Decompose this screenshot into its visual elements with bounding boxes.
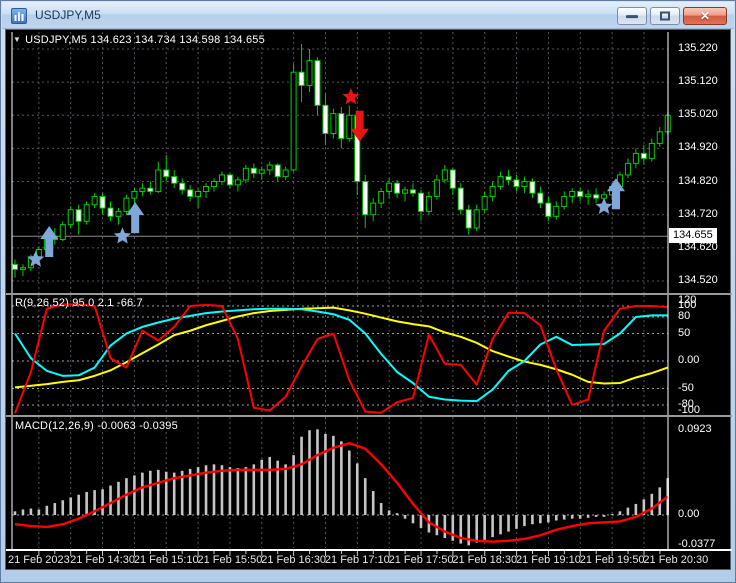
r-tick-label: -100	[678, 404, 701, 416]
time-tick-label: 21 Feb 20:30	[643, 554, 709, 566]
r-tick-label: 0.00	[678, 354, 700, 366]
buy-signal-star-icon	[113, 227, 132, 244]
price-tick-label: 134.720	[678, 207, 718, 220]
price-tick-label: 134.920	[678, 141, 718, 154]
r-tick-label: 80	[678, 310, 691, 322]
time-tick-label: 21 Feb 15:10	[133, 554, 199, 566]
current-price-label: 134.655	[669, 228, 717, 244]
price-tick-label: 134.820	[678, 174, 718, 187]
chart-window-icon	[11, 8, 27, 24]
macd-tick-label: -0.0377	[678, 538, 716, 550]
r-indicator-label: R(9,26,52) 95.0 2.1 -66.7	[15, 297, 143, 309]
chart-window: USDJPY,M5 ✕ ▼ USDJPY,M5 134.623 134.734 1…	[0, 0, 736, 583]
restore-button[interactable]	[650, 7, 680, 25]
time-tick-label: 21 Feb 17:10	[324, 554, 390, 566]
price-tick-label: 135.020	[678, 108, 718, 121]
chart-client[interactable]: ▼ USDJPY,M5 134.623 134.734 134.598 134.6…	[5, 29, 732, 570]
macd-label: MACD(12,26,9) -0.0063 -0.0395	[15, 420, 178, 432]
r-slow-line	[14, 306, 669, 389]
close-icon: ✕	[699, 9, 711, 23]
time-tick-label: 21 Feb 18:30	[452, 554, 518, 566]
macd-tick-label: 0.00	[678, 508, 700, 520]
titlebar[interactable]: USDJPY,M5 ✕	[2, 2, 734, 29]
close-button[interactable]: ✕	[683, 7, 727, 25]
candles	[12, 44, 671, 278]
minimize-button[interactable]	[617, 7, 647, 25]
macd-tick-label: 0.0923	[678, 422, 712, 435]
time-tick-label: 21 Feb 15:50	[197, 554, 263, 566]
r-tick-label: -50	[678, 381, 694, 394]
restore-icon	[660, 11, 670, 21]
r-tick-label: 50	[678, 326, 691, 339]
time-tick-label: 21 Feb 14:30	[70, 554, 135, 566]
price-tick-label: 135.220	[678, 42, 718, 54]
r-fast-line	[14, 303, 668, 414]
buy-signal-arrow-icon	[40, 225, 59, 257]
chart-legend-text: USDJPY,M5 134.623 134.734 134.598 134.65…	[25, 34, 265, 46]
time-tick-label: 21 Feb 19:50	[579, 554, 645, 566]
price-tick-label: 135.120	[678, 75, 718, 88]
window-title: USDJPY,M5	[35, 8, 101, 22]
time-tick-label: 21 Feb 2023	[7, 554, 70, 566]
dropdown-arrow-icon[interactable]: ▼	[13, 35, 21, 44]
chart-legend: ▼ USDJPY,M5 134.623 134.734 134.598 134.6…	[13, 34, 265, 46]
price-tick-label: 134.520	[678, 273, 718, 286]
buy-signal-star-icon	[595, 197, 613, 215]
time-tick-label: 21 Feb 19:10	[516, 554, 581, 566]
time-tick-label: 21 Feb 16:30	[261, 554, 327, 566]
sell-signal-star-icon	[342, 88, 360, 105]
minimize-icon	[626, 15, 638, 19]
time-tick-label: 21 Feb 17:50	[388, 554, 454, 566]
macd-histogram	[13, 429, 670, 546]
